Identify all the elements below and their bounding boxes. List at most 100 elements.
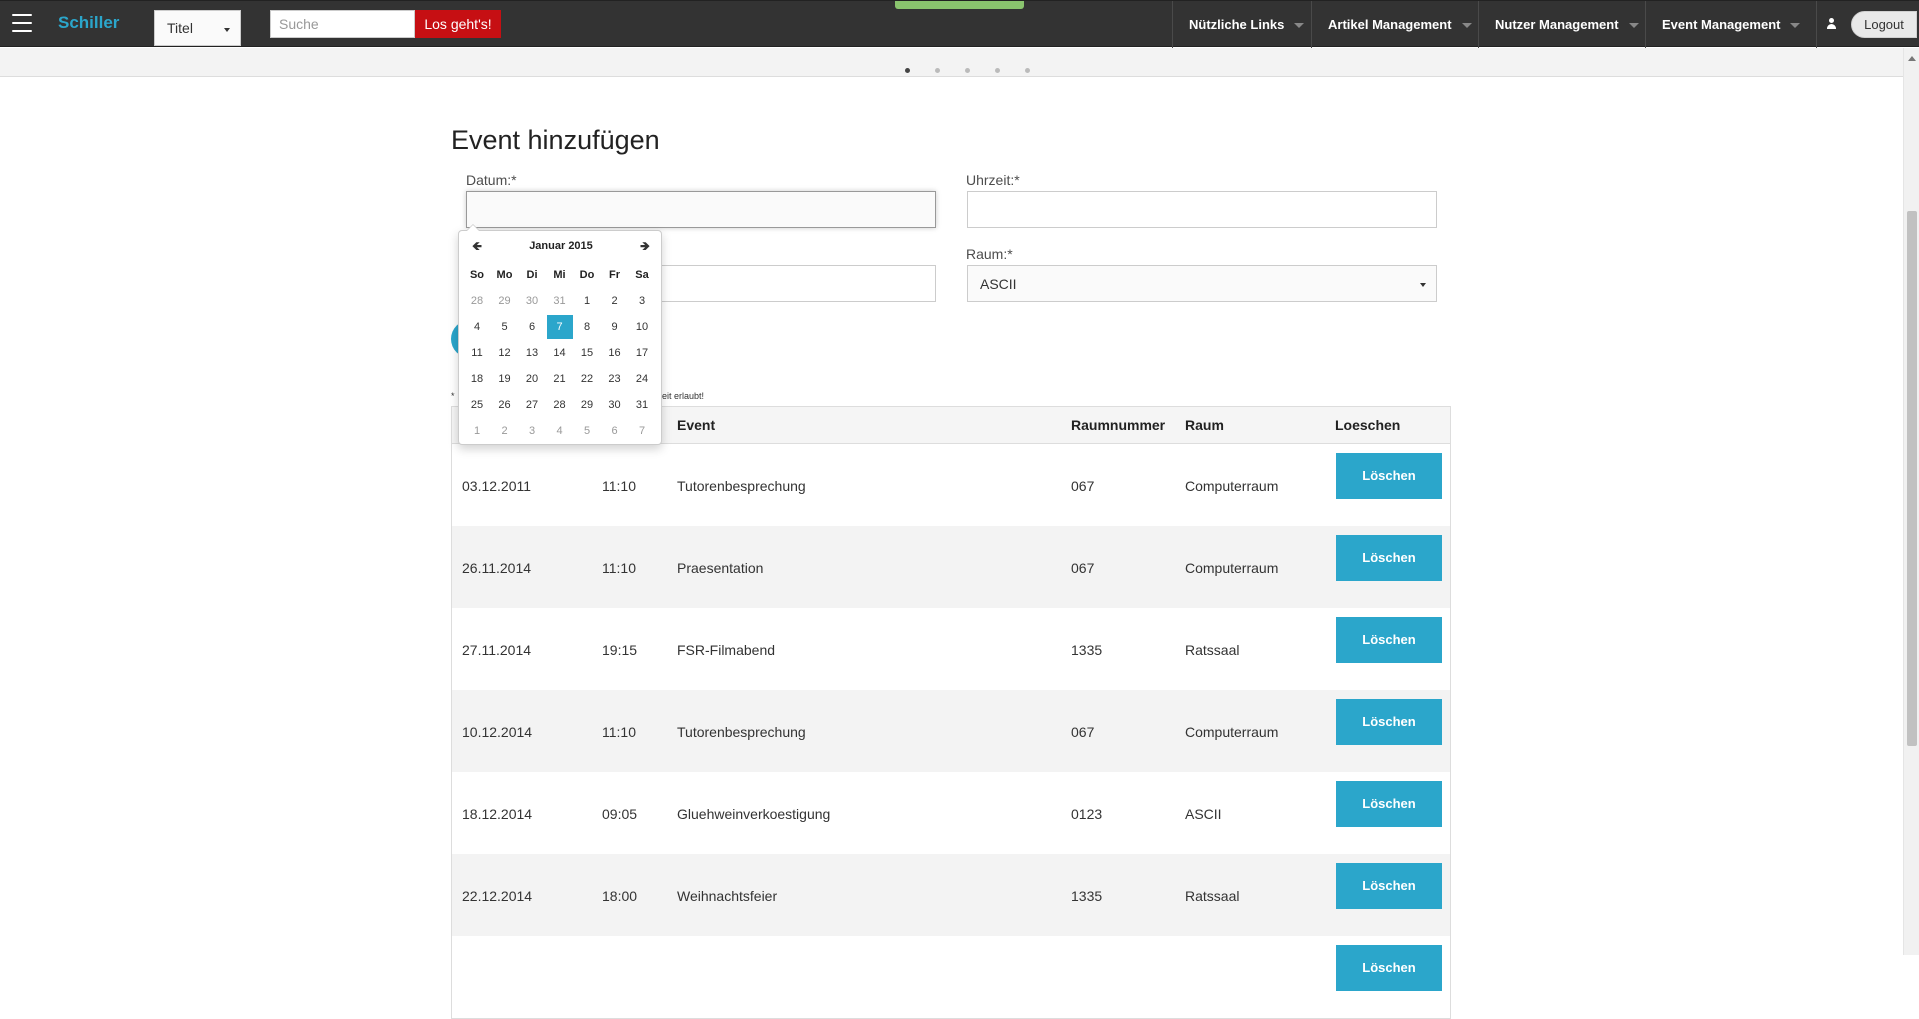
cell-event: Tutorenbesprechung bbox=[677, 724, 806, 740]
cell-date: 26.11.2014 bbox=[462, 560, 532, 576]
carousel-dot-2[interactable] bbox=[935, 68, 940, 73]
scrollbar-thumb[interactable] bbox=[1907, 211, 1917, 746]
datepicker-day[interactable]: 6 bbox=[602, 419, 628, 443]
datepicker-day[interactable]: 3 bbox=[519, 419, 545, 443]
arrow-right-icon[interactable]: 🡺 bbox=[635, 239, 655, 253]
datepicker-day[interactable]: 3 bbox=[629, 289, 655, 313]
datepicker-day[interactable]: 25 bbox=[464, 393, 490, 417]
datepicker-month-title[interactable]: Januar 2015 bbox=[459, 240, 663, 252]
datepicker-day[interactable]: 18 bbox=[464, 367, 490, 391]
cell-time: 18:00 bbox=[602, 888, 638, 904]
nav-menu-nutzer-management[interactable]: Nutzer Management bbox=[1478, 1, 1642, 48]
carousel-dot-4[interactable] bbox=[995, 68, 1000, 73]
cell-room: Ratssaal bbox=[1185, 642, 1240, 658]
cell-event: Weihnachtsfeier bbox=[677, 888, 778, 904]
datepicker-day[interactable]: 30 bbox=[519, 289, 545, 313]
arrow-left-icon[interactable]: 🡸 bbox=[467, 239, 487, 253]
datepicker-day[interactable]: 28 bbox=[464, 289, 490, 313]
page-title: Event hinzufügen bbox=[451, 125, 660, 155]
search-input[interactable] bbox=[270, 10, 415, 38]
room-select[interactable]: ASCII bbox=[967, 265, 1437, 302]
datepicker-day[interactable]: 16 bbox=[602, 341, 628, 365]
delete-button[interactable]: Löschen bbox=[1336, 699, 1442, 745]
carousel-dot-3[interactable] bbox=[965, 68, 970, 73]
datepicker-day[interactable]: 4 bbox=[547, 419, 573, 443]
datepicker-day[interactable]: 23 bbox=[602, 367, 628, 391]
chevron-down-icon bbox=[1461, 23, 1472, 33]
datepicker-day[interactable]: 15 bbox=[574, 341, 600, 365]
datepicker-day[interactable]: 21 bbox=[547, 367, 573, 391]
datepicker-day[interactable]: 27 bbox=[519, 393, 545, 417]
datepicker-day[interactable]: 4 bbox=[464, 315, 490, 339]
datepicker-day[interactable]: 2 bbox=[602, 289, 628, 313]
datepicker-day[interactable]: 6 bbox=[519, 315, 545, 339]
cell-event: FSR-Filmabend bbox=[677, 642, 776, 658]
weekday-header: Di bbox=[526, 269, 538, 281]
datepicker-day[interactable]: 22 bbox=[574, 367, 600, 391]
carousel-dot-1[interactable] bbox=[905, 68, 910, 73]
datepicker-day[interactable]: 29 bbox=[492, 289, 518, 313]
nav-menu-artikel-management[interactable]: Artikel Management bbox=[1311, 1, 1475, 48]
weekday-header: So bbox=[469, 269, 485, 281]
table-row: 26.11.2014 11:10 Praesentation 067 Computerr… bbox=[452, 526, 1450, 608]
datepicker-day[interactable]: 5 bbox=[574, 419, 600, 443]
datepicker-day[interactable]: 29 bbox=[574, 393, 600, 417]
datepicker-day[interactable]: 7 bbox=[546, 315, 573, 339]
datepicker-day[interactable]: 8 bbox=[574, 315, 600, 339]
nav-menu-label: Nutzer Management bbox=[1495, 17, 1619, 32]
datepicker-day[interactable]: 10 bbox=[629, 315, 655, 339]
datepicker-day[interactable]: 31 bbox=[629, 393, 655, 417]
datepicker-day[interactable]: 26 bbox=[492, 393, 518, 417]
room-select-value: ASCII bbox=[980, 276, 1017, 292]
datepicker-day[interactable]: 28 bbox=[547, 393, 573, 417]
datepicker-day[interactable]: 11 bbox=[464, 341, 490, 365]
menu-icon[interactable] bbox=[12, 14, 32, 32]
cell-room-number: 1335 bbox=[1071, 888, 1103, 904]
cell-room: Computerraum bbox=[1185, 478, 1279, 494]
date-input[interactable] bbox=[466, 191, 936, 228]
datepicker-day[interactable]: 20 bbox=[519, 367, 545, 391]
nav-menu-event-management[interactable]: Event Management bbox=[1645, 1, 1815, 48]
room-label: Raum:* bbox=[966, 246, 1013, 262]
delete-button[interactable]: Löschen bbox=[1336, 453, 1442, 499]
datepicker-day[interactable]: 19 bbox=[492, 367, 518, 391]
table-row: Löschen bbox=[452, 936, 1450, 1018]
green-tab-indicator bbox=[895, 1, 1024, 9]
scroll-up-icon[interactable] bbox=[1908, 52, 1916, 61]
cell-event: Praesentation bbox=[677, 560, 764, 576]
delete-button[interactable]: Löschen bbox=[1336, 535, 1442, 581]
datepicker-day[interactable]: 24 bbox=[629, 367, 655, 391]
datepicker-day[interactable]: 12 bbox=[492, 341, 518, 365]
datepicker-day[interactable]: 13 bbox=[519, 341, 545, 365]
delete-button[interactable]: Löschen bbox=[1336, 863, 1442, 909]
table-row: 03.12.2011 11:10 Tutorenbesprechung 067 Comp… bbox=[452, 444, 1450, 526]
datepicker-day[interactable]: 17 bbox=[629, 341, 655, 365]
page-scrollbar[interactable] bbox=[1903, 48, 1919, 955]
datepicker-day[interactable]: 31 bbox=[547, 289, 573, 313]
datepicker-day[interactable]: 7 bbox=[629, 419, 655, 443]
column-header-loeschen: Loeschen bbox=[1335, 417, 1401, 433]
brand-logo[interactable]: Schiller bbox=[58, 13, 119, 33]
carousel-dot-5[interactable] bbox=[1025, 68, 1030, 73]
datepicker-day[interactable]: 5 bbox=[492, 315, 518, 339]
delete-button[interactable]: Löschen bbox=[1336, 781, 1442, 827]
user-icon[interactable] bbox=[1816, 1, 1842, 48]
datepicker-day[interactable]: 30 bbox=[602, 393, 628, 417]
time-input[interactable] bbox=[967, 191, 1437, 228]
search-button[interactable]: Los geht's! bbox=[415, 10, 501, 38]
datepicker-day[interactable]: 1 bbox=[464, 419, 490, 443]
datepicker-day[interactable]: 2 bbox=[492, 419, 518, 443]
cell-date: 27.11.2014 bbox=[462, 642, 532, 658]
datepicker-day[interactable]: 9 bbox=[602, 315, 628, 339]
date-label: Datum:* bbox=[466, 172, 517, 188]
nav-menu-nuetzliche-links[interactable]: Nützliche Links bbox=[1172, 1, 1305, 48]
datepicker-day[interactable]: 1 bbox=[574, 289, 600, 313]
nav-menu-label: Event Management bbox=[1662, 17, 1781, 32]
delete-button[interactable]: Löschen bbox=[1336, 945, 1442, 991]
logout-button[interactable]: Logout bbox=[1851, 11, 1917, 38]
datepicker-day[interactable]: 14 bbox=[547, 341, 573, 365]
delete-button[interactable]: Löschen bbox=[1336, 617, 1442, 663]
column-header-raumnummer: Raumnummer bbox=[1071, 417, 1166, 433]
table-row: 22.12.2014 18:00 Weihnachtsfeier 1335 Ratssa… bbox=[452, 854, 1450, 936]
search-type-select[interactable]: Titel bbox=[154, 10, 241, 46]
